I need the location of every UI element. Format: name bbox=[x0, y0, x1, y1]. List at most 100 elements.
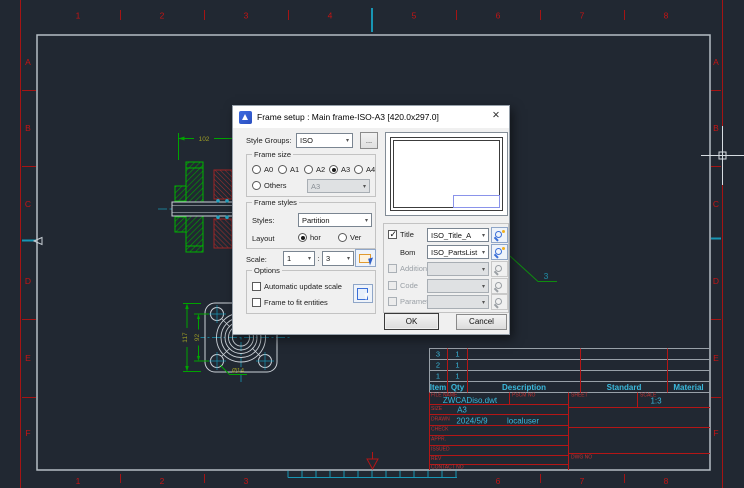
browse-style-groups-button[interactable]: ... bbox=[360, 132, 378, 149]
radio-size-a4-label: A4 bbox=[366, 165, 375, 174]
dialog-titlebar[interactable]: Frame setup : Main frame-ISO-A3 [420.0x2… bbox=[233, 106, 509, 128]
parametric-style-select: ▾ bbox=[427, 295, 489, 309]
checkbox-icon bbox=[388, 297, 397, 306]
style-groups-value: ISO bbox=[300, 136, 313, 145]
zwcad-logo-icon bbox=[239, 111, 252, 124]
svg-text:DWG NO: DWG NO bbox=[571, 455, 592, 461]
ok-button[interactable]: OK bbox=[384, 313, 439, 330]
scale-numerator-select[interactable]: 1 ▾ bbox=[283, 251, 315, 266]
svg-text:3: 3 bbox=[544, 271, 549, 281]
radio-size-a1-label: A1 bbox=[290, 165, 299, 174]
svg-text:F: F bbox=[25, 428, 30, 438]
svg-text:1: 1 bbox=[455, 350, 459, 359]
svg-text:Material: Material bbox=[673, 383, 703, 392]
svg-text:102: 102 bbox=[199, 136, 210, 143]
frame-size-legend: Frame size bbox=[252, 150, 293, 159]
svg-text:3: 3 bbox=[244, 11, 249, 21]
svg-text:5: 5 bbox=[412, 11, 417, 21]
radio-icon bbox=[252, 181, 261, 190]
svg-text:E: E bbox=[713, 353, 719, 363]
svg-text:3: 3 bbox=[436, 350, 440, 359]
radio-size-a0[interactable]: A0 bbox=[252, 165, 273, 174]
cancel-button[interactable]: Cancel bbox=[456, 314, 507, 330]
radio-size-a1[interactable]: A1 bbox=[278, 165, 299, 174]
radio-size-a0-label: A0 bbox=[264, 165, 273, 174]
svg-text:ISSUED: ISSUED bbox=[431, 447, 450, 453]
chevron-down-icon: ▾ bbox=[308, 255, 311, 262]
radio-size-a4[interactable]: A4 bbox=[354, 165, 375, 174]
title-style-select[interactable]: ISO_Title_A ▾ bbox=[427, 228, 489, 242]
radio-size-a3[interactable]: A3 bbox=[329, 165, 350, 174]
auto-update-scale-checkbox[interactable]: Automatic update scale bbox=[252, 282, 342, 291]
bom-style-select[interactable]: ISO_PartsList ▾ bbox=[427, 245, 489, 259]
svg-text:7: 7 bbox=[580, 476, 585, 486]
radio-layout-hor[interactable]: hor bbox=[298, 233, 321, 242]
radio-layout-ver[interactable]: Ver bbox=[338, 233, 361, 242]
title-checkbox[interactable]: Title bbox=[388, 230, 414, 239]
preview-additional-button bbox=[491, 261, 508, 277]
reference-scale bbox=[288, 471, 457, 478]
radio-icon bbox=[278, 165, 287, 174]
svg-text:PSCM NO: PSCM NO bbox=[512, 393, 535, 399]
radio-icon bbox=[354, 165, 363, 174]
svg-text:1:3: 1:3 bbox=[650, 397, 662, 406]
dimension-bolt-spacing: 92 bbox=[193, 330, 202, 346]
radio-selected-icon bbox=[298, 233, 307, 242]
chevron-down-icon: ▾ bbox=[347, 255, 350, 262]
svg-text:CONTACT NO: CONTACT NO bbox=[431, 465, 464, 471]
svg-text:D: D bbox=[713, 276, 719, 286]
cursor-icon bbox=[364, 292, 371, 300]
chevron-down-icon: ▾ bbox=[363, 183, 366, 190]
pick-entities-button[interactable] bbox=[353, 284, 373, 303]
svg-text:REV: REV bbox=[431, 456, 442, 462]
chevron-down-icon: ▾ bbox=[482, 249, 485, 256]
title-style-value: ISO_Title_A bbox=[431, 231, 471, 240]
preview-parametric-button bbox=[491, 294, 508, 310]
parts-list: 3 1 2 1 1 1 Item Qty Description Standar… bbox=[429, 349, 710, 393]
styles-label: Styles: bbox=[252, 216, 275, 225]
others-size-select: A3 ▾ bbox=[307, 179, 370, 193]
cursor-icon bbox=[368, 257, 375, 265]
crosshair-cursor bbox=[701, 126, 744, 185]
bom-label: Bom bbox=[400, 248, 415, 257]
radio-ver-label: Ver bbox=[350, 233, 361, 242]
svg-text:1: 1 bbox=[436, 372, 440, 381]
style-groups-select[interactable]: ISO ▾ bbox=[296, 133, 353, 148]
frame-styles-legend: Frame styles bbox=[252, 198, 299, 207]
svg-text:A: A bbox=[25, 57, 31, 67]
svg-text:D: D bbox=[25, 276, 31, 286]
preview-title-block bbox=[453, 195, 500, 208]
scale-denominator-select[interactable]: 3 ▾ bbox=[322, 251, 354, 266]
svg-text:E: E bbox=[25, 353, 31, 363]
styles-value: Partition bbox=[302, 216, 330, 225]
dialog-title: Frame setup : Main frame-ISO-A3 [420.0x2… bbox=[257, 112, 439, 122]
checkbox-icon bbox=[252, 298, 261, 307]
radio-size-a2[interactable]: A2 bbox=[304, 165, 325, 174]
svg-text:ZWCADiso.dwt: ZWCADiso.dwt bbox=[443, 396, 498, 405]
radio-size-others[interactable]: Others bbox=[252, 181, 287, 190]
chevron-down-icon: ▾ bbox=[346, 137, 349, 144]
preview-title-button[interactable] bbox=[491, 227, 508, 243]
pick-scale-button[interactable] bbox=[355, 249, 376, 267]
svg-text:localuser: localuser bbox=[507, 417, 539, 426]
chevron-down-icon: ▾ bbox=[365, 217, 368, 224]
options-legend: Options bbox=[252, 266, 282, 275]
svg-text:1: 1 bbox=[455, 361, 459, 370]
svg-text:A3: A3 bbox=[457, 406, 467, 415]
styles-select[interactable]: Partition ▾ bbox=[298, 213, 372, 227]
balloon-callout: 3 bbox=[510, 256, 557, 282]
dimension-height: 117 bbox=[181, 328, 190, 347]
chevron-down-icon: ▾ bbox=[482, 232, 485, 239]
close-icon[interactable]: ✕ bbox=[492, 111, 500, 121]
frame-to-fit-checkbox[interactable]: Frame to fit entities bbox=[252, 298, 328, 307]
radio-selected-icon bbox=[329, 165, 338, 174]
parts-list-headers: Item Qty Description Standard Material bbox=[430, 383, 704, 392]
blocks-group: Title ISO_Title_A ▾ Bom ISO_PartsList ▾ … bbox=[383, 223, 509, 313]
checkbox-icon bbox=[388, 264, 397, 273]
svg-text:Item: Item bbox=[430, 383, 446, 392]
checkbox-checked-icon bbox=[388, 230, 397, 239]
radio-hor-label: hor bbox=[310, 233, 321, 242]
preview-bom-button[interactable] bbox=[491, 244, 508, 260]
style-groups-label: Style Groups: bbox=[246, 136, 291, 145]
svg-text:C: C bbox=[25, 199, 31, 209]
